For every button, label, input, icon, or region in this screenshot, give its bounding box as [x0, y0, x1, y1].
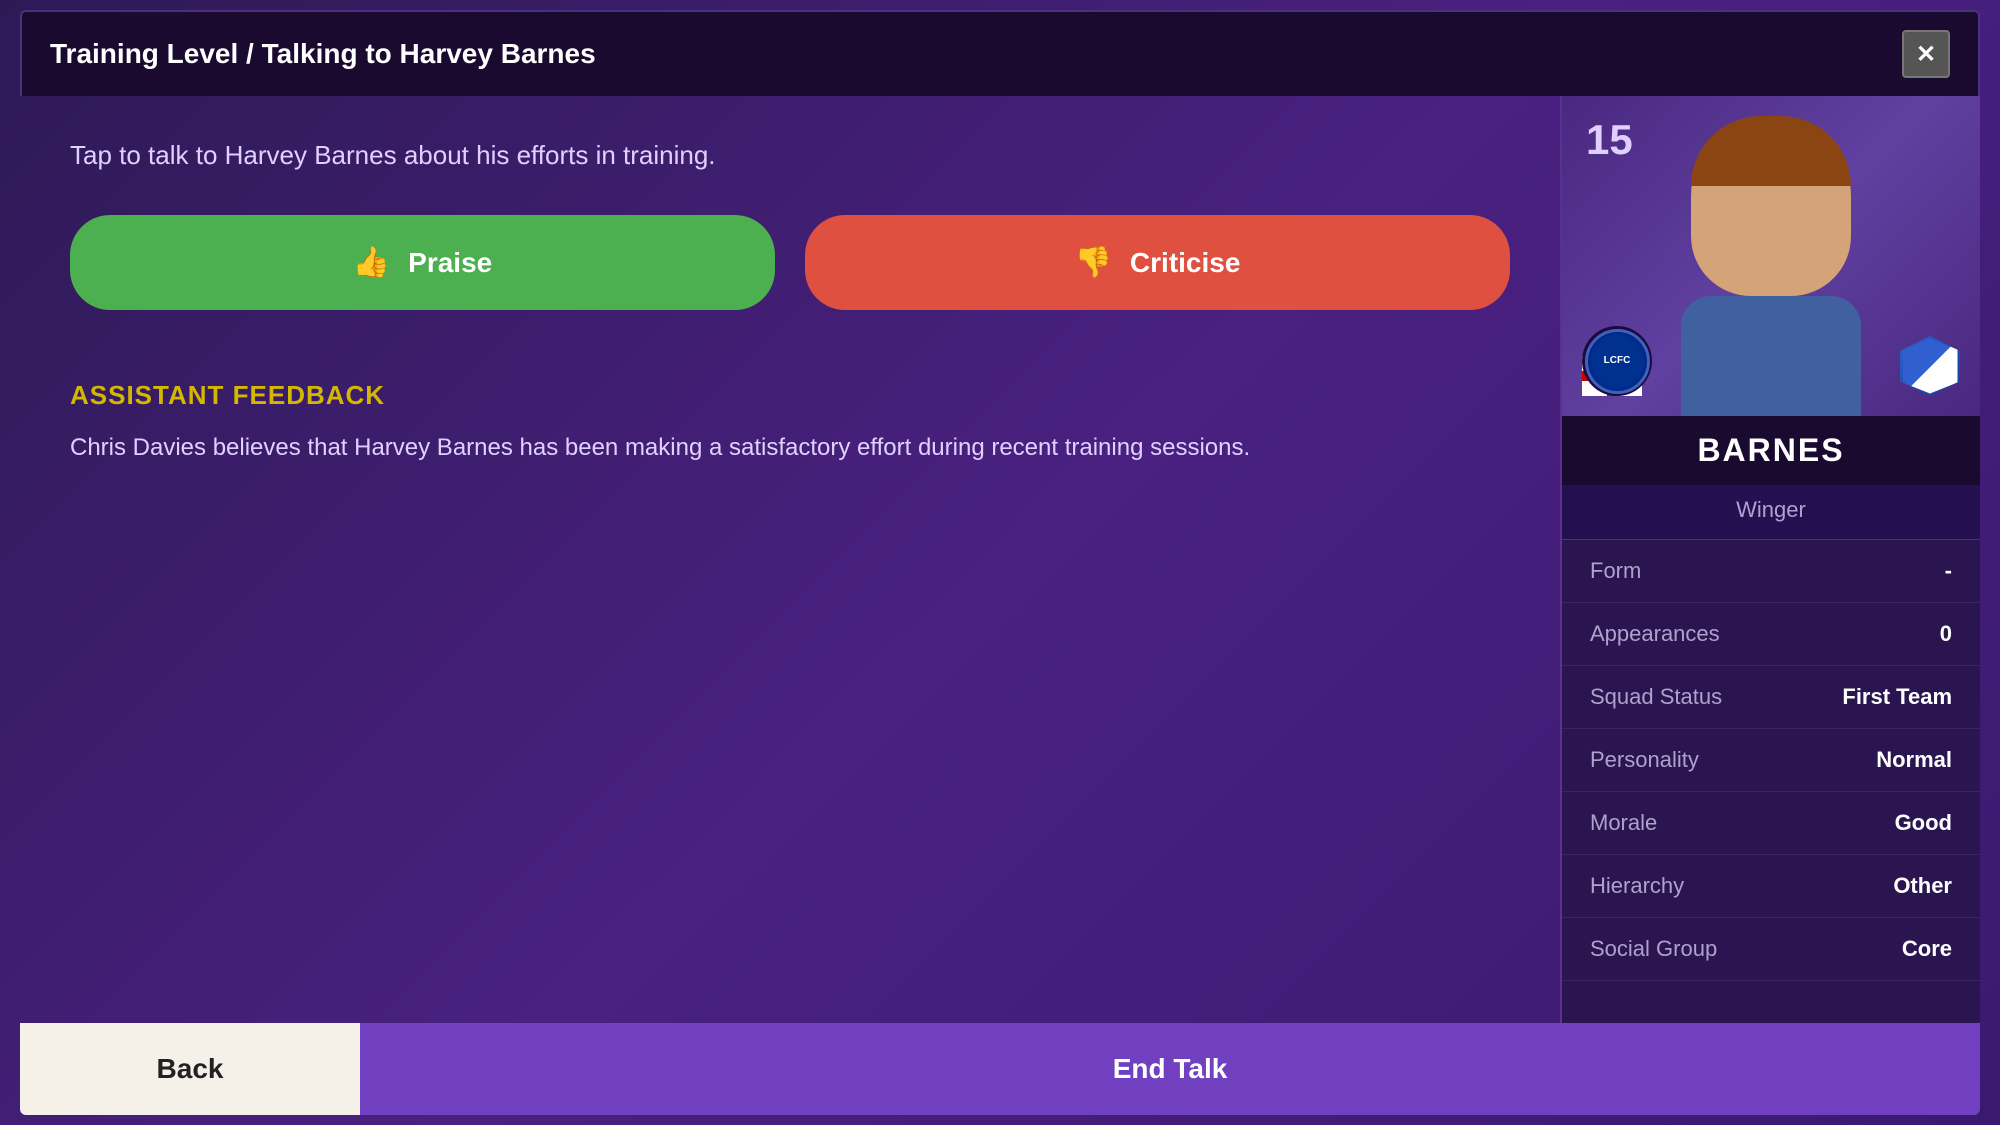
- squad-status-label: Squad Status: [1590, 684, 1722, 710]
- stat-row-squad-status: Squad Status First Team: [1562, 666, 1980, 729]
- assistant-feedback-title: ASSISTANT FEEDBACK: [70, 380, 1510, 411]
- modal-title-bar: Training Level / Talking to Harvey Barne…: [20, 10, 1980, 96]
- close-button[interactable]: ✕: [1902, 30, 1950, 78]
- position-badge: [1900, 336, 1960, 396]
- player-name-bar: BARNES: [1562, 416, 1980, 485]
- personality-label: Personality: [1590, 747, 1699, 773]
- stat-row-personality: Personality Normal: [1562, 729, 1980, 792]
- player-photo: [1671, 116, 1871, 396]
- modal-title: Training Level / Talking to Harvey Barne…: [50, 38, 596, 70]
- appearances-label: Appearances: [1590, 621, 1720, 647]
- end-talk-button[interactable]: End Talk: [360, 1023, 1980, 1115]
- stat-row-morale: Morale Good: [1562, 792, 1980, 855]
- stat-row-appearances: Appearances 0: [1562, 603, 1980, 666]
- instruction-text: Tap to talk to Harvey Barnes about his e…: [70, 136, 1510, 175]
- club-badge: LCFC: [1582, 326, 1652, 396]
- diagonal-shield-icon: [1903, 339, 1958, 394]
- player-number: 15: [1586, 116, 1633, 164]
- appearances-value: 0: [1940, 621, 1952, 647]
- left-panel: Tap to talk to Harvey Barnes about his e…: [20, 96, 1560, 1023]
- player-card-header: 15: [1562, 96, 1980, 416]
- action-buttons: 👍 Praise 👎 Criticise: [70, 215, 1510, 310]
- praise-button[interactable]: 👍 Praise: [70, 215, 775, 310]
- criticise-button[interactable]: 👎 Criticise: [805, 215, 1510, 310]
- morale-value: Good: [1895, 810, 1952, 836]
- assistant-feedback-section: ASSISTANT FEEDBACK Chris Davies believes…: [70, 380, 1510, 467]
- social-group-value: Core: [1902, 936, 1952, 962]
- player-hair: [1691, 116, 1851, 186]
- morale-label: Morale: [1590, 810, 1657, 836]
- player-card: 15: [1562, 96, 1980, 1023]
- form-value: -: [1945, 558, 1952, 584]
- modal-main-area: Tap to talk to Harvey Barnes about his e…: [20, 96, 1980, 1023]
- thumbs-down-icon: 👎: [1075, 245, 1112, 280]
- modal-content: Tap to talk to Harvey Barnes about his e…: [20, 96, 1980, 1115]
- player-stats: Form - Appearances 0 Squad Status First …: [1562, 540, 1980, 1023]
- leicester-badge-icon: LCFC: [1585, 329, 1650, 394]
- criticise-label: Criticise: [1130, 247, 1241, 279]
- form-label: Form: [1590, 558, 1641, 584]
- personality-value: Normal: [1876, 747, 1952, 773]
- assistant-feedback-text: Chris Davies believes that Harvey Barnes…: [70, 429, 1510, 467]
- social-group-label: Social Group: [1590, 936, 1717, 962]
- player-body: [1681, 296, 1861, 416]
- modal-wrapper: Training Level / Talking to Harvey Barne…: [20, 10, 1980, 1115]
- hierarchy-value: Other: [1893, 873, 1952, 899]
- player-position: Winger: [1562, 485, 1980, 540]
- stat-row-hierarchy: Hierarchy Other: [1562, 855, 1980, 918]
- player-head: [1691, 116, 1851, 296]
- modal-bottom: Back End Talk: [20, 1023, 1980, 1115]
- player-name: BARNES: [1582, 432, 1960, 469]
- stat-row-social-group: Social Group Core: [1562, 918, 1980, 981]
- hierarchy-label: Hierarchy: [1590, 873, 1684, 899]
- back-button[interactable]: Back: [20, 1023, 360, 1115]
- praise-label: Praise: [408, 247, 492, 279]
- club-badge-text: LCFC: [1604, 355, 1631, 367]
- squad-status-value: First Team: [1842, 684, 1952, 710]
- thumbs-up-icon: 👍: [353, 245, 390, 280]
- right-panel: 15: [1560, 96, 1980, 1023]
- stat-row-form: Form -: [1562, 540, 1980, 603]
